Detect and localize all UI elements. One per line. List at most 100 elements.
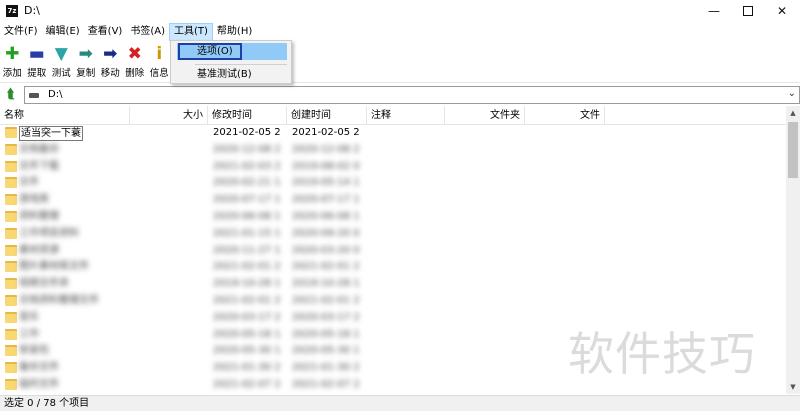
table-row[interactable]: 图片素材库文件 2021-02-01 2 2021-02-01 2 (0, 259, 786, 276)
folder-name: 工作 (19, 328, 39, 340)
menu-item-options[interactable]: 选项(O) (177, 43, 287, 60)
folder-icon (5, 210, 17, 222)
menu-help[interactable]: 帮助(H) (213, 23, 256, 41)
created-time: 2020-03-20 0 (292, 244, 360, 256)
maximize-button[interactable] (730, 0, 766, 22)
extract-icon: ▬ (28, 44, 45, 64)
toolbar-move-button[interactable]: ➡ 移动 (98, 41, 123, 83)
folder-name: 工作项目资料 (19, 227, 79, 239)
menu-file[interactable]: 文件(F) (0, 23, 42, 41)
folder-icon (5, 227, 17, 239)
column-header-cell[interactable]: 修改时间 (208, 106, 287, 125)
modified-time: 2020-07-17 1 (213, 194, 281, 206)
info-icon: i (156, 44, 163, 64)
app-7z-icon: 7z (6, 5, 18, 17)
column-header-cell[interactable]: 文件 (525, 106, 605, 125)
toolbar: ✚ 添加 ▬ 提取 ▼ 测试 ➡ 复制 ➡ 移动 ✖ 删除 i 信息 (0, 41, 800, 83)
toolbar-delete-button[interactable]: ✖ 删除 (123, 41, 148, 83)
toolbar-test-button[interactable]: ▼ 测试 (49, 41, 74, 83)
address-path: D:\ (48, 89, 63, 100)
modified-time: 2020-02-21 1 (213, 177, 281, 189)
folder-name: 文档备份 (19, 143, 59, 155)
table-row[interactable]: 素材资源 2020-11-27 1 2020-03-20 0 (0, 243, 786, 260)
vertical-scrollbar[interactable]: ▲ ▼ (786, 106, 800, 394)
menu-separator (195, 64, 287, 65)
scroll-thumb[interactable] (788, 122, 798, 178)
created-time: 2020-12-08 2 (292, 143, 360, 155)
folder-name: 文档资料整理文件 (19, 294, 99, 306)
scroll-up-icon[interactable]: ▲ (786, 106, 800, 120)
add-icon: ✚ (5, 44, 20, 64)
up-folder-button[interactable]: ⮬ (3, 87, 19, 103)
table-row[interactable]: 文档资料整理文件 2021-02-01 2 2021-02-01 2 (0, 293, 786, 310)
table-row[interactable]: 资料整理 2020-06-08 1 2020-06-08 1 (0, 209, 786, 226)
toolbar-label: 添加 (2, 68, 22, 79)
modified-time: 2020-11-27 1 (213, 244, 281, 256)
table-row[interactable]: 文件下载 2021-02-03 2 2019-08-02 0 (0, 159, 786, 176)
modified-time: 2020-12-08 2 (213, 143, 281, 155)
created-time: 2019-08-02 0 (292, 160, 360, 172)
created-time: 2021-02-01 2 (292, 261, 360, 273)
close-button[interactable]: ✕ (764, 0, 800, 22)
column-header-cell[interactable]: 注释 (367, 106, 445, 125)
folder-icon (5, 362, 17, 374)
scroll-down-icon[interactable]: ▼ (786, 380, 800, 394)
up-folder-icon: ⮬ (7, 87, 15, 102)
menu-view[interactable]: 查看(V) (84, 23, 127, 41)
folder-icon (5, 194, 17, 206)
column-header-cell[interactable]: 大小 (130, 106, 208, 125)
toolbar-add-button[interactable]: ✚ 添加 (0, 41, 25, 83)
modified-time: 2021-02-03 2 (213, 160, 281, 172)
column-header-cell[interactable]: 文件夹 (445, 106, 525, 125)
table-row[interactable]: 视频文件夹 2019-10-28 1 2019-10-28 1 (0, 276, 786, 293)
column-header: 名称 大小 修改时间 创建时间 注释 文件夹 文件 (0, 106, 786, 125)
table-row[interactable]: 游戏库 2020-07-17 1 2020-07-17 1 (0, 192, 786, 209)
folder-name: 临时文件 (19, 378, 59, 390)
menu-edit[interactable]: 编辑(E) (42, 23, 84, 41)
folder-name-edit-box[interactable]: 适当突一下蓑 (19, 126, 83, 141)
table-row[interactable]: 适当突一下蓑 2021-02-05 2 2021-02-05 2 (0, 125, 786, 142)
folder-name: 资料整理 (19, 210, 59, 222)
delete-icon: ✖ (127, 44, 142, 64)
menu-bookmarks[interactable]: 书签(A) (126, 23, 169, 41)
toolbar-info-button[interactable]: i 信息 (147, 41, 172, 83)
modified-time: 2020-03-17 2 (213, 311, 281, 323)
folder-name: 备份文件 (19, 362, 59, 374)
folder-icon (5, 127, 17, 138)
address-field[interactable]: D:\ ⌄ (24, 86, 800, 104)
menu-item-benchmark[interactable]: 基准测试(B) (177, 66, 287, 83)
tools-dropdown-menu: 选项(O) 基准测试(B) (170, 40, 292, 84)
maximize-icon (743, 6, 753, 16)
folder-icon (5, 328, 17, 340)
drive-icon (29, 93, 39, 98)
address-dropdown-icon[interactable]: ⌄ (788, 88, 796, 99)
menu-tools[interactable]: 工具(T) (169, 23, 213, 41)
folder-icon (5, 244, 17, 256)
copy-icon: ➡ (78, 44, 93, 64)
modified-time: 2021-01-15 1 (213, 227, 281, 239)
modified-time: 2019-10-28 1 (213, 278, 281, 290)
folder-name: 音乐 (19, 311, 39, 323)
toolbar-copy-button[interactable]: ➡ 复制 (74, 41, 99, 83)
modified-time: 2021-02-07 2 (213, 378, 281, 390)
focus-rectangle (178, 43, 242, 60)
status-text: 选定 0 / 78 个项目 (4, 398, 90, 409)
created-time: 2021-02-07 2 (292, 378, 360, 390)
close-icon: ✕ (776, 4, 788, 18)
table-row[interactable]: 文件 2020-02-21 1 2019-05-14 1 (0, 175, 786, 192)
folder-name: 游戏库 (19, 194, 49, 206)
column-header-cell[interactable]: 创建时间 (287, 106, 367, 125)
modified-time: 2020-06-08 1 (213, 210, 281, 222)
created-time: 2020-05-18 1 (292, 328, 360, 340)
folder-name: 文件下载 (19, 160, 59, 172)
folder-icon (5, 160, 17, 172)
column-header-cell[interactable]: 名称 (0, 106, 130, 125)
created-time: 2020-05-30 1 (292, 345, 360, 357)
table-row[interactable]: 文档备份 2020-12-08 2 2020-12-08 2 (0, 142, 786, 159)
folder-name: 安装包 (19, 345, 49, 357)
toolbar-extract-button[interactable]: ▬ 提取 (25, 41, 50, 83)
menu-bar: 文件(F) 编辑(E) 查看(V) 书签(A) 工具(T) 帮助(H) (0, 23, 800, 41)
minimize-button[interactable]: — (696, 0, 732, 22)
table-row[interactable]: 工作项目资料 2021-01-15 1 2020-09-20 0 (0, 226, 786, 243)
folder-icon (5, 345, 17, 357)
